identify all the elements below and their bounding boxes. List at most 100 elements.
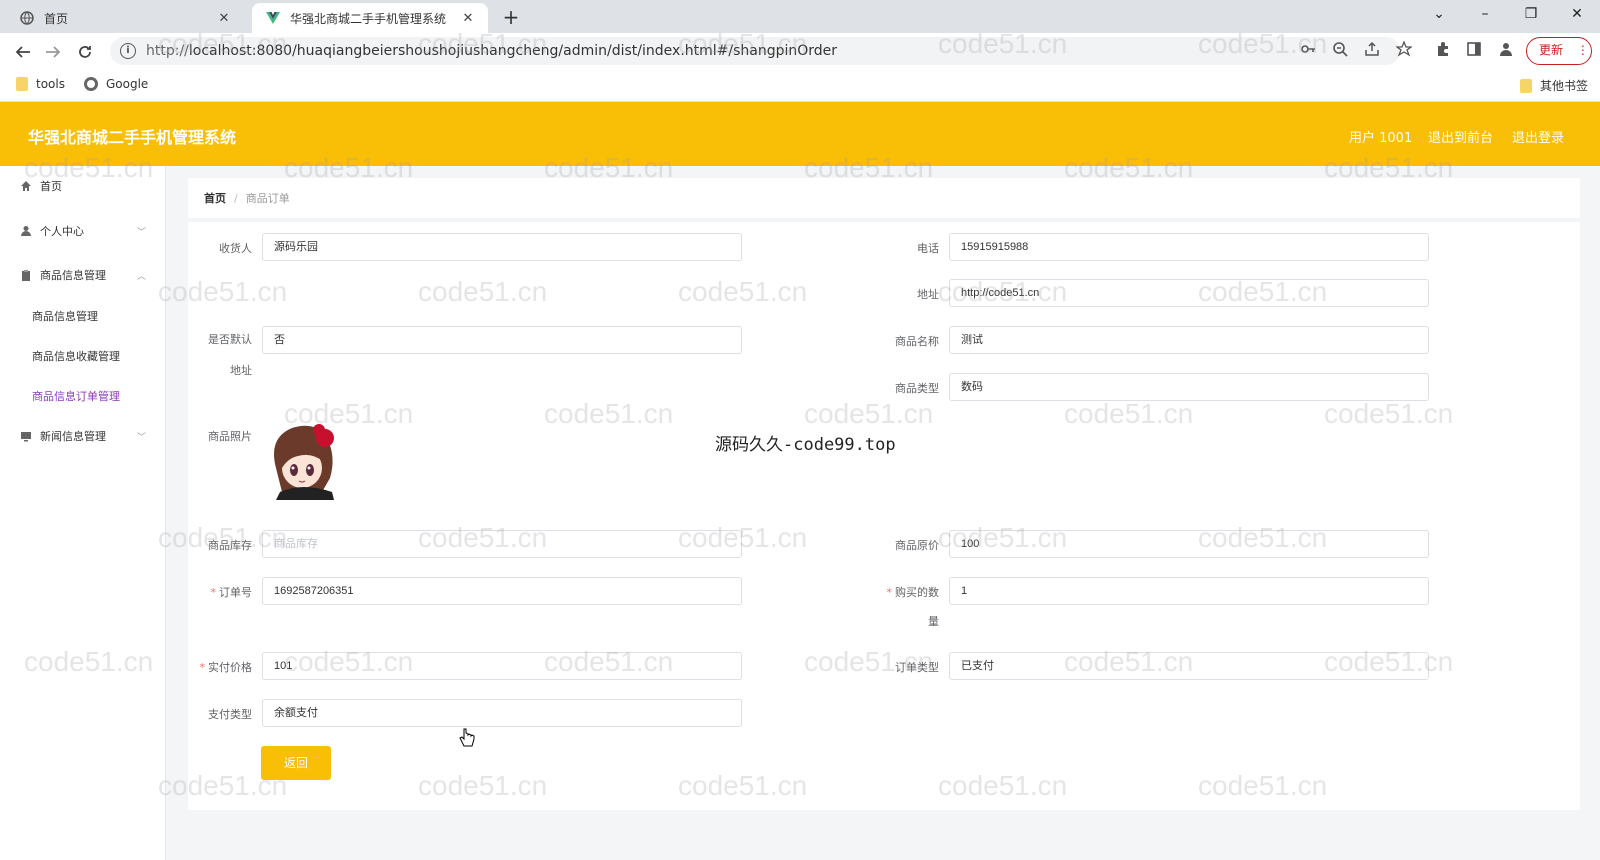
new-tab-button[interactable]: + (498, 5, 524, 31)
other-bookmarks[interactable]: 其他书签 (1520, 77, 1588, 94)
stock-label: 商品库存 (208, 539, 252, 552)
address-bar[interactable]: i http://localhost:8080/huaqiangbeiersho… (110, 37, 1400, 65)
side-panel-icon[interactable] (1464, 41, 1484, 61)
paid-price-label-text: 实付价格 (208, 661, 252, 674)
goods-name-input[interactable]: 测试 (949, 326, 1429, 354)
sidebar-subitem-goods-favorites[interactable]: 商品信息收藏管理 (32, 348, 120, 364)
address-label: 地址 (917, 288, 939, 301)
url-protocol: http:// (146, 43, 189, 59)
app-header: 华强北商城二手手机管理系统 用户 1001 退出到前台 退出登录 (0, 102, 1600, 166)
extensions-icon[interactable] (1433, 41, 1453, 61)
browser-tab-home[interactable]: 首页 ✕ (6, 3, 244, 33)
breadcrumb-home[interactable]: 首页 (204, 190, 226, 206)
logout-link[interactable]: 退出登录 (1512, 127, 1564, 146)
tab-title: 华强北商城二手手机管理系统 (290, 11, 447, 26)
globe-icon (84, 77, 98, 91)
sidebar-item-label: 商品信息管理 (40, 269, 106, 282)
sidebar-item-home[interactable]: 首页 (0, 174, 166, 198)
bookmark-google[interactable]: Google (84, 77, 148, 91)
sidebar-item-personal[interactable]: 个人中心 ﹀ (0, 219, 166, 243)
update-label: 更新 (1539, 43, 1564, 57)
pay-type-label: 支付类型 (208, 708, 252, 721)
forward-arrow-icon[interactable] (40, 39, 66, 65)
bookmark-label: tools (36, 77, 65, 91)
chevron-up-icon: ︿ (136, 271, 146, 282)
goods-name-label: 商品名称 (895, 335, 939, 348)
zoom-icon[interactable] (1330, 41, 1350, 61)
back-to-front-link[interactable]: 退出到前台 (1428, 127, 1493, 146)
sidebar-item-label: 新闻信息管理 (40, 430, 106, 443)
quantity-input[interactable]: 1 (949, 577, 1429, 605)
pay-type-input[interactable]: 余额支付 (262, 699, 742, 727)
quantity-label: * 购买的数 (869, 584, 940, 600)
original-price-label: 商品原价 (895, 539, 939, 552)
goods-type-input[interactable]: 数码 (949, 373, 1429, 401)
sidebar-item-goods[interactable]: 商品信息管理 ︿ (0, 263, 166, 287)
order-number-input[interactable]: 1692587206351 (262, 577, 742, 605)
overlay-banner-text: 源码久久-code99.top (715, 435, 896, 455)
back-arrow-icon[interactable] (10, 39, 36, 65)
phone-input[interactable]: 15915915988 (949, 233, 1429, 261)
user-label: 用户 1001 (1349, 131, 1413, 146)
browser-toolbar: i http://localhost:8080/huaqiangbeiersho… (0, 33, 1600, 69)
breadcrumb-separator: / (234, 191, 238, 205)
required-mark: * (199, 661, 206, 674)
sidebar-item-news[interactable]: 新闻信息管理 ﹀ (0, 424, 166, 448)
breadcrumb: 首页 / 商品订单 (188, 178, 1580, 218)
share-icon[interactable] (1362, 41, 1382, 61)
chevron-down-icon[interactable]: ⌄ (1416, 0, 1462, 30)
close-icon[interactable]: ✕ (460, 11, 476, 26)
bookmark-label: Google (106, 77, 149, 91)
browser-tab-bar: 首页 ✕ 华强北商城二手手机管理系统 ✕ + ⌄ – ❐ ✕ (0, 0, 1600, 33)
hand-cursor-icon (459, 728, 475, 752)
paid-price-input[interactable]: 101 (262, 652, 742, 680)
url-text: localhost:8080/huaqiangbeiershoushojiush… (188, 43, 838, 59)
vue-icon (266, 11, 280, 25)
order-type-input[interactable]: 已支付 (949, 652, 1429, 680)
home-icon (20, 180, 32, 192)
default-address-input[interactable]: 否 (262, 326, 742, 354)
globe-icon (20, 11, 34, 25)
restore-button[interactable]: ❐ (1508, 0, 1554, 30)
chevron-down-icon: ﹀ (136, 432, 146, 443)
default-address-label-2: 地址 (230, 364, 252, 377)
update-button[interactable]: 更新 ⋮ (1526, 37, 1592, 65)
monitor-icon (20, 430, 32, 442)
address-input[interactable]: http://code51.cn (949, 279, 1429, 307)
key-icon[interactable] (1298, 41, 1318, 61)
minimize-button[interactable]: – (1462, 0, 1508, 30)
back-button[interactable]: 返回 (261, 746, 331, 780)
window-close-button[interactable]: ✕ (1554, 0, 1600, 30)
default-address-label: 是否默认 (208, 333, 252, 346)
order-type-label: 订单类型 (895, 661, 939, 674)
goods-photo-label: 商品照片 (208, 430, 252, 443)
stock-input[interactable]: 商品库存 (262, 530, 742, 558)
app-title: 华强北商城二手手机管理系统 (28, 128, 237, 147)
sidebar-subitem-goods-info[interactable]: 商品信息管理 (32, 308, 98, 324)
order-number-label: * 订单号 (182, 584, 253, 600)
sidebar: 首页 个人中心 ﹀ 商品信息管理 ︿ 商品信息管理 商品信息收藏管理 商品信息订… (0, 166, 166, 860)
consignee-input[interactable]: 源码乐园 (262, 233, 742, 261)
original-price-input[interactable]: 100 (949, 530, 1429, 558)
browser-tab-app[interactable]: 华强北商城二手手机管理系统 ✕ (252, 3, 488, 33)
more-icon[interactable]: ⋮ (1577, 43, 1589, 57)
bookmark-label: 其他书签 (1540, 79, 1589, 93)
folder-icon (1520, 78, 1532, 93)
reload-icon[interactable] (72, 39, 98, 65)
consignee-label: 收货人 (219, 242, 252, 255)
phone-label: 电话 (917, 242, 939, 255)
user-icon (20, 225, 32, 237)
info-icon[interactable]: i (120, 43, 136, 59)
bookmark-tools[interactable]: tools (16, 77, 65, 91)
close-icon[interactable]: ✕ (216, 11, 232, 26)
order-number-label-text: 订单号 (219, 586, 252, 599)
required-mark: * (886, 586, 893, 599)
required-mark: * (210, 586, 217, 599)
quantity-label-text: 购买的数 (895, 586, 939, 599)
sidebar-subitem-goods-orders[interactable]: 商品信息订单管理 (32, 388, 120, 404)
sidebar-item-label: 个人中心 (40, 225, 84, 238)
star-icon[interactable] (1394, 40, 1414, 61)
goods-photo (262, 418, 342, 500)
tab-title: 首页 (44, 11, 69, 26)
profile-icon[interactable] (1496, 41, 1516, 61)
